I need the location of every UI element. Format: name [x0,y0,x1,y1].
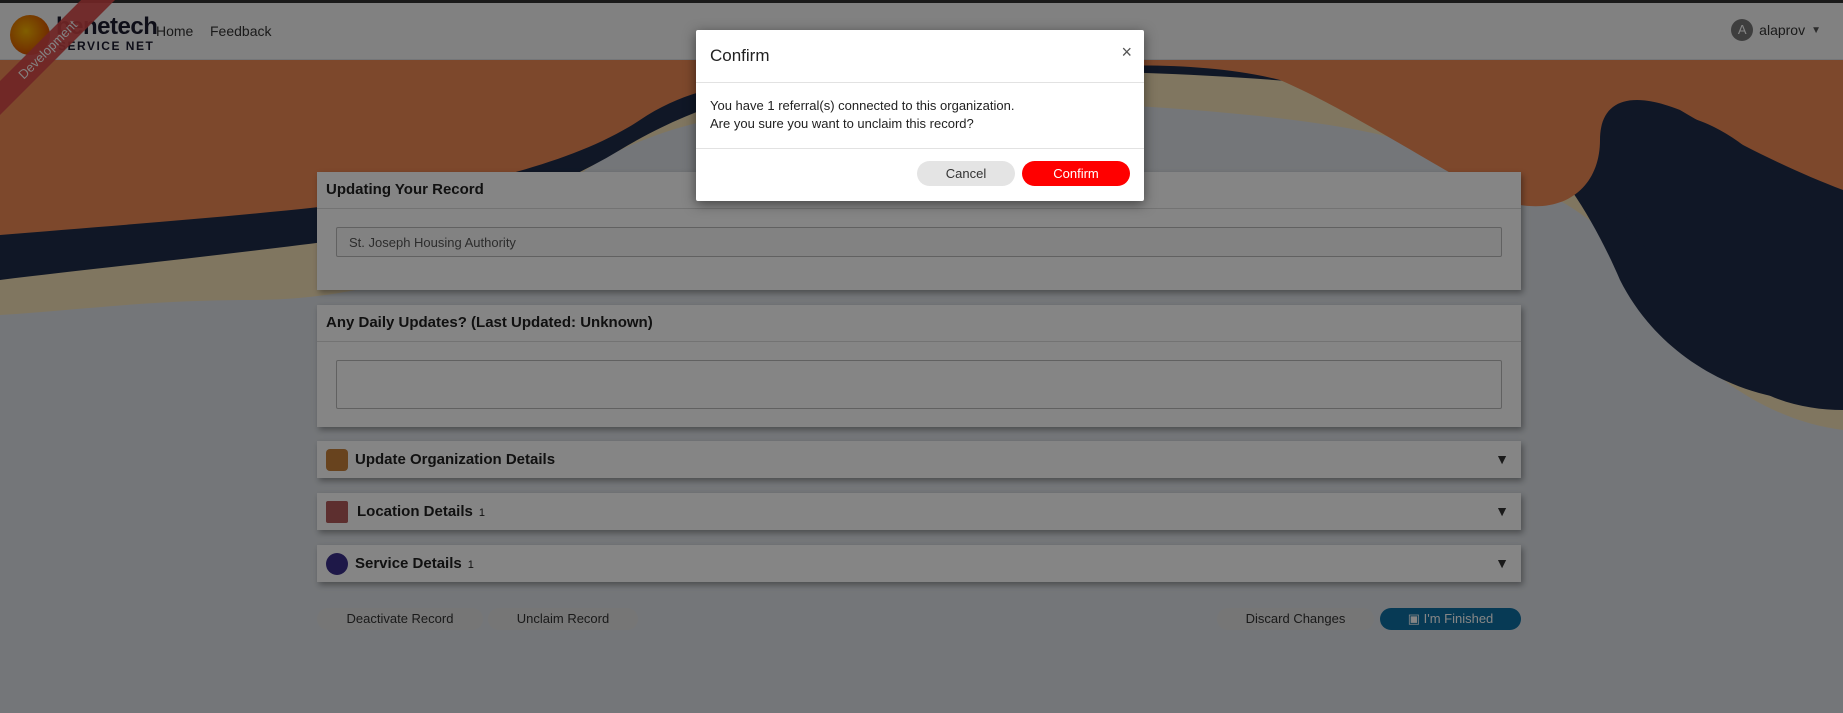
confirm-button[interactable]: Confirm [1022,161,1130,186]
dialog-message-line-2: Are you sure you want to unclaim this re… [710,116,974,131]
cancel-button[interactable]: Cancel [917,161,1015,186]
dialog-message-line-1: You have 1 referral(s) connected to this… [710,98,1015,113]
dialog-body: You have 1 referral(s) connected to this… [696,83,1144,149]
dialog-header: Confirm × [696,30,1144,83]
confirm-dialog: Confirm × You have 1 referral(s) connect… [696,30,1144,201]
close-icon[interactable]: × [1121,42,1132,63]
dialog-footer: Cancel Confirm [696,149,1144,201]
dialog-title: Confirm [710,46,770,65]
